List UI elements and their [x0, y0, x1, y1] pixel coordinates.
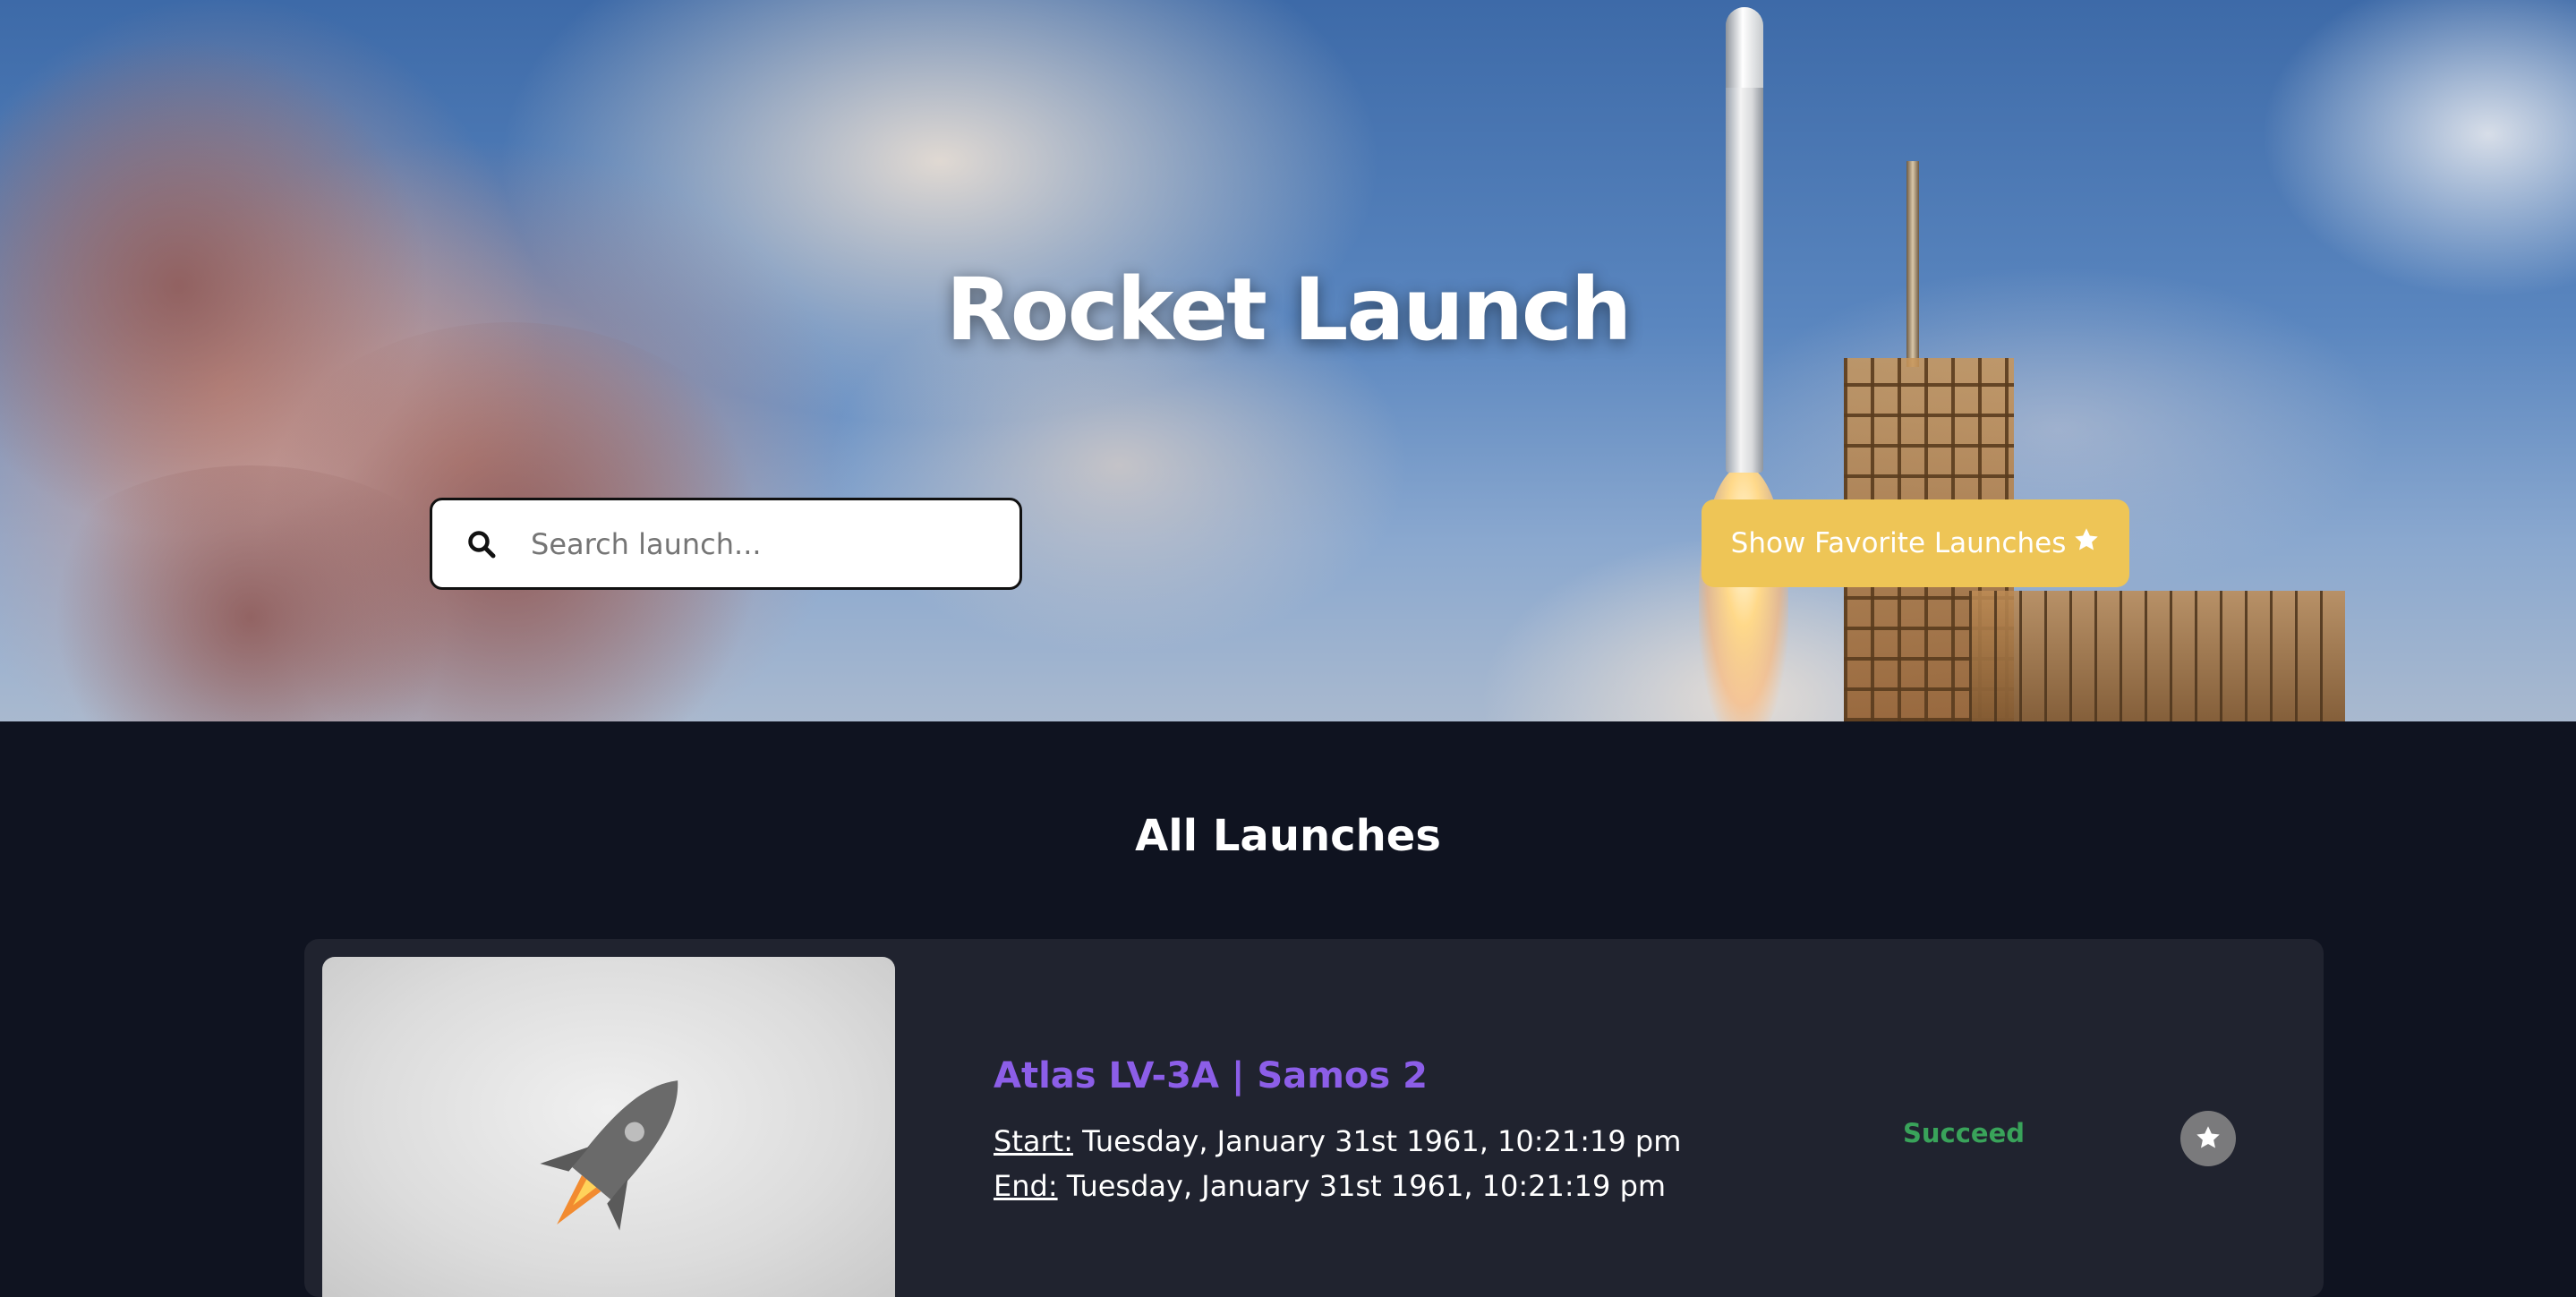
section-title: All Launches: [1135, 811, 1441, 861]
launch-card[interactable]: Atlas LV-3A | Samos 2 Start: Tuesday, Ja…: [304, 939, 2324, 1297]
show-favorites-label: Show Favorite Launches: [1730, 527, 2067, 559]
launch-end: End: Tuesday, January 31st 1961, 10:21:1…: [994, 1169, 1666, 1203]
start-value: Tuesday, January 31st 1961, 10:21:19 pm: [1082, 1124, 1682, 1158]
start-label: Start:: [994, 1124, 1073, 1158]
launch-image: [322, 957, 895, 1297]
launch-start: Start: Tuesday, January 31st 1961, 10:21…: [994, 1124, 1681, 1158]
search-input[interactable]: [531, 526, 996, 561]
search-bar[interactable]: [430, 498, 1022, 590]
page-title: Rocket Launch: [945, 260, 1632, 360]
launch-name[interactable]: Atlas LV-3A | Samos 2: [994, 1055, 1428, 1096]
rocket-icon: [540, 1080, 678, 1231]
favorite-toggle-button[interactable]: [2180, 1111, 2236, 1166]
show-favorites-button[interactable]: Show Favorite Launches: [1702, 499, 2129, 587]
search-icon: [432, 529, 531, 559]
launch-list-section: All Launches Atlas LV-3A | Samos 2 Start…: [0, 721, 2576, 1297]
star-icon: [2073, 526, 2100, 560]
end-value: Tuesday, January 31st 1961, 10:21:19 pm: [1066, 1169, 1667, 1203]
launch-pad: [1969, 591, 2345, 721]
end-label: End:: [994, 1169, 1058, 1203]
star-icon: [2195, 1124, 2222, 1154]
status-badge: Succeed: [1902, 1118, 2025, 1148]
hero-banner: Rocket Launch Show Favorite Launches: [0, 0, 2576, 721]
rocket-nose: [1726, 7, 1763, 88]
